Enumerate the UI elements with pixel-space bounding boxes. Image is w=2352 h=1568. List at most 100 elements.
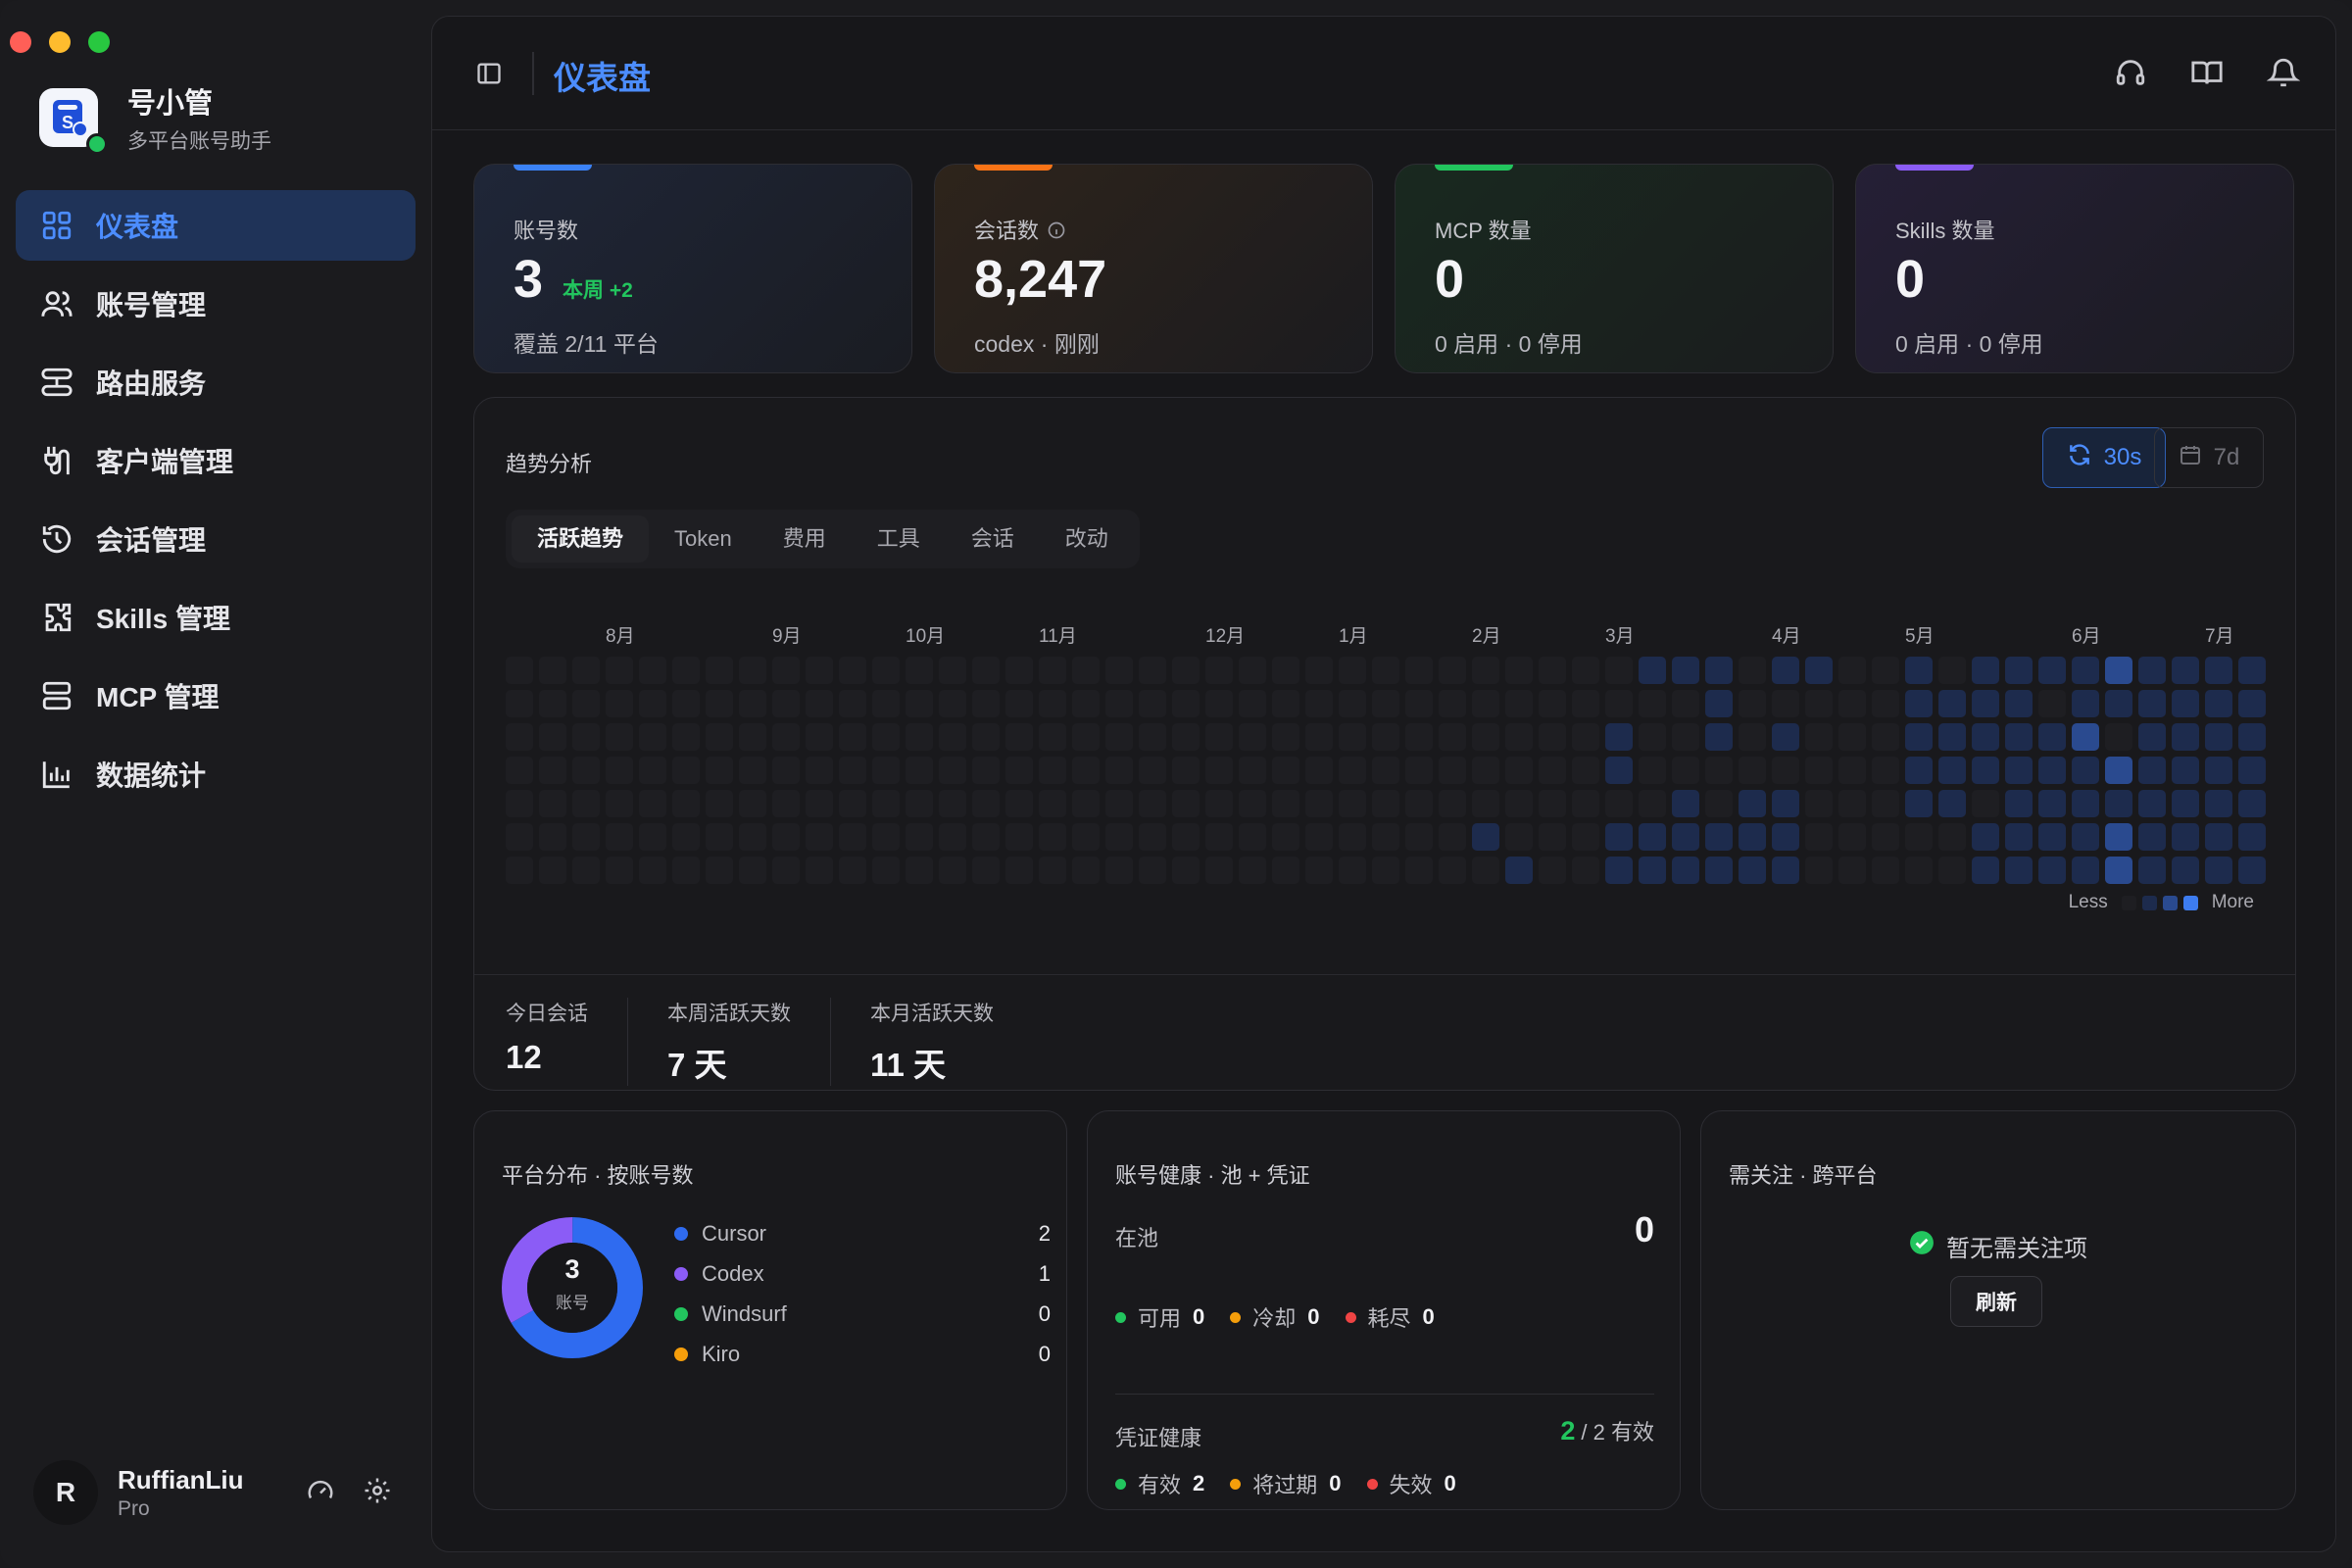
- heatmap-cell[interactable]: [2205, 823, 2232, 851]
- heatmap-cell[interactable]: [1739, 723, 1766, 751]
- heatmap-cell[interactable]: [2038, 690, 2066, 717]
- heatmap-cell[interactable]: [572, 723, 600, 751]
- heatmap-cell[interactable]: [2172, 857, 2199, 884]
- heatmap-cell[interactable]: [1105, 723, 1133, 751]
- heatmap-cell[interactable]: [2072, 690, 2099, 717]
- heatmap-cell[interactable]: [1339, 657, 1366, 684]
- heatmap-cell[interactable]: [639, 857, 666, 884]
- heatmap-cell[interactable]: [872, 757, 900, 784]
- heatmap-cell[interactable]: [1805, 690, 1833, 717]
- heatmap-cell[interactable]: [1838, 723, 1866, 751]
- heatmap-cell[interactable]: [1805, 790, 1833, 817]
- heatmap-cell[interactable]: [1672, 857, 1699, 884]
- heatmap-cell[interactable]: [1105, 690, 1133, 717]
- heatmap-cell[interactable]: [1838, 857, 1866, 884]
- heatmap-cell[interactable]: [1239, 790, 1266, 817]
- heatmap-cell[interactable]: [2172, 657, 2199, 684]
- heatmap-cell[interactable]: [2072, 657, 2099, 684]
- heatmap-cell[interactable]: [1272, 857, 1299, 884]
- heatmap-cell[interactable]: [1572, 690, 1599, 717]
- heatmap-cell[interactable]: [1872, 690, 1899, 717]
- heatmap-cell[interactable]: [639, 823, 666, 851]
- heatmap-cell[interactable]: [672, 690, 700, 717]
- heatmap-cell[interactable]: [539, 723, 566, 751]
- gauge-icon[interactable]: [306, 1476, 335, 1510]
- heatmap-cell[interactable]: [806, 690, 833, 717]
- heatmap-cell[interactable]: [1072, 690, 1100, 717]
- tab-tools[interactable]: 工具: [852, 515, 946, 563]
- heatmap-cell[interactable]: [1205, 857, 1233, 884]
- heatmap-cell[interactable]: [706, 657, 733, 684]
- heatmap-cell[interactable]: [939, 657, 966, 684]
- heatmap-cell[interactable]: [1572, 723, 1599, 751]
- heatmap-cell[interactable]: [1305, 723, 1333, 751]
- heatmap-cell[interactable]: [1039, 790, 1066, 817]
- heatmap-cell[interactable]: [2038, 823, 2066, 851]
- heatmap-cell[interactable]: [2005, 723, 2033, 751]
- heatmap-cell[interactable]: [772, 657, 800, 684]
- heatmap-cell[interactable]: [1605, 823, 1633, 851]
- heatmap-cell[interactable]: [1405, 723, 1433, 751]
- heatmap-cell[interactable]: [1572, 823, 1599, 851]
- heatmap-cell[interactable]: [1372, 857, 1399, 884]
- heatmap-cell[interactable]: [1705, 757, 1733, 784]
- heatmap-cell[interactable]: [1239, 723, 1266, 751]
- heatmap-cell[interactable]: [2238, 723, 2266, 751]
- heatmap-cell[interactable]: [1305, 690, 1333, 717]
- heatmap-cell[interactable]: [1372, 657, 1399, 684]
- heatmap-cell[interactable]: [1439, 657, 1466, 684]
- heatmap-cell[interactable]: [539, 823, 566, 851]
- heatmap-cell[interactable]: [1739, 857, 1766, 884]
- heatmap-cell[interactable]: [1872, 757, 1899, 784]
- heatmap-cell[interactable]: [1639, 690, 1666, 717]
- heatmap-cell[interactable]: [1439, 757, 1466, 784]
- heatmap-cell[interactable]: [1572, 657, 1599, 684]
- heatmap-cell[interactable]: [1505, 823, 1533, 851]
- heatmap-cell[interactable]: [1139, 823, 1166, 851]
- heatmap-cell[interactable]: [1239, 757, 1266, 784]
- heatmap-cell[interactable]: [506, 757, 533, 784]
- heatmap-cell[interactable]: [1439, 690, 1466, 717]
- heatmap-cell[interactable]: [1139, 723, 1166, 751]
- heatmap-cell[interactable]: [1972, 657, 1999, 684]
- heatmap-cell[interactable]: [1339, 823, 1366, 851]
- heatmap-cell[interactable]: [1172, 757, 1200, 784]
- heatmap-cell[interactable]: [1239, 823, 1266, 851]
- sidebar-item-routing[interactable]: 路由服务: [16, 347, 416, 417]
- heatmap-cell[interactable]: [1805, 857, 1833, 884]
- heatmap-cell[interactable]: [1672, 790, 1699, 817]
- heatmap-cell[interactable]: [1972, 857, 1999, 884]
- book-icon[interactable]: [2190, 56, 2224, 94]
- heatmap-cell[interactable]: [2105, 857, 2132, 884]
- heatmap-cell[interactable]: [2005, 823, 2033, 851]
- heatmap-cell[interactable]: [1772, 790, 1799, 817]
- heatmap-cell[interactable]: [606, 790, 633, 817]
- heatmap-cell[interactable]: [1838, 757, 1866, 784]
- heatmap-cell[interactable]: [1705, 857, 1733, 884]
- skills-card[interactable]: Skills 数量 0 0 启用 · 0 停用: [1855, 164, 2294, 373]
- heatmap-cell[interactable]: [2172, 757, 2199, 784]
- heatmap-cell[interactable]: [1105, 757, 1133, 784]
- refresh-button[interactable]: 刷新: [1950, 1276, 2042, 1327]
- heatmap-cell[interactable]: [772, 757, 800, 784]
- heatmap-cell[interactable]: [1605, 657, 1633, 684]
- heatmap-cell[interactable]: [1772, 823, 1799, 851]
- heatmap-cell[interactable]: [2138, 757, 2166, 784]
- heatmap-cell[interactable]: [1005, 823, 1033, 851]
- heatmap-cell[interactable]: [1705, 723, 1733, 751]
- heatmap-cell[interactable]: [1972, 790, 1999, 817]
- heatmap-cell[interactable]: [1472, 790, 1499, 817]
- heatmap-cell[interactable]: [1505, 723, 1533, 751]
- heatmap-cell[interactable]: [1405, 757, 1433, 784]
- heatmap-cell[interactable]: [1639, 757, 1666, 784]
- heatmap-cell[interactable]: [2238, 823, 2266, 851]
- heatmap-cell[interactable]: [1705, 790, 1733, 817]
- heatmap-cell[interactable]: [2038, 857, 2066, 884]
- heatmap-cell[interactable]: [1905, 823, 1933, 851]
- heatmap-cell[interactable]: [606, 857, 633, 884]
- heatmap-cell[interactable]: [939, 823, 966, 851]
- heatmap-cell[interactable]: [1772, 657, 1799, 684]
- heatmap-cell[interactable]: [1439, 857, 1466, 884]
- heatmap-cell[interactable]: [939, 857, 966, 884]
- heatmap-cell[interactable]: [2205, 857, 2232, 884]
